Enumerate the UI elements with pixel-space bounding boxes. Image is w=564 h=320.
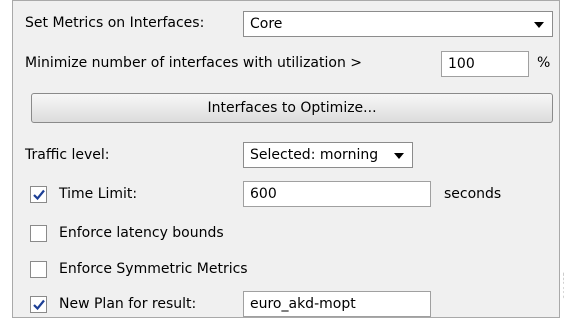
minimize-utilization-label: Minimize number of interfaces with utili… (25, 55, 362, 71)
time-limit-input[interactable]: 600 (243, 181, 431, 207)
optimization-settings-panel: Set Metrics on Interfaces: Core Minimize… (12, 0, 560, 318)
enforce-latency-checkbox[interactable] (30, 225, 47, 242)
traffic-level-value: Selected: morning (250, 147, 379, 163)
time-limit-label: Time Limit: (59, 186, 138, 202)
set-metrics-dropdown[interactable]: Core (243, 11, 553, 37)
set-metrics-value: Core (250, 16, 283, 32)
time-limit-checkbox[interactable] (30, 186, 47, 203)
new-plan-checkbox[interactable] (30, 296, 47, 313)
utilization-threshold-input[interactable]: 100 (441, 51, 529, 77)
check-icon (33, 189, 45, 201)
new-plan-label: New Plan for result: (59, 296, 197, 312)
traffic-level-dropdown[interactable]: Selected: morning (243, 142, 413, 168)
traffic-level-label: Traffic level: (25, 147, 110, 163)
check-icon (33, 299, 45, 311)
time-limit-value: 600 (250, 186, 277, 202)
chevron-down-icon (534, 22, 544, 28)
enforce-symmetric-label: Enforce Symmetric Metrics (59, 261, 248, 277)
new-plan-value: euro_akd-mopt (250, 296, 356, 312)
set-metrics-label: Set Metrics on Interfaces: (25, 15, 205, 31)
interfaces-to-optimize-button[interactable]: Interfaces to Optimize... (31, 93, 553, 123)
interfaces-to-optimize-label: Interfaces to Optimize... (207, 100, 377, 116)
percent-unit-label: % (537, 55, 551, 71)
enforce-symmetric-checkbox[interactable] (30, 261, 47, 278)
utilization-threshold-value: 100 (448, 56, 475, 72)
enforce-latency-label: Enforce latency bounds (59, 225, 224, 241)
new-plan-input[interactable]: euro_akd-mopt (243, 291, 431, 317)
chevron-down-icon (394, 153, 404, 159)
seconds-unit-label: seconds (444, 186, 502, 202)
